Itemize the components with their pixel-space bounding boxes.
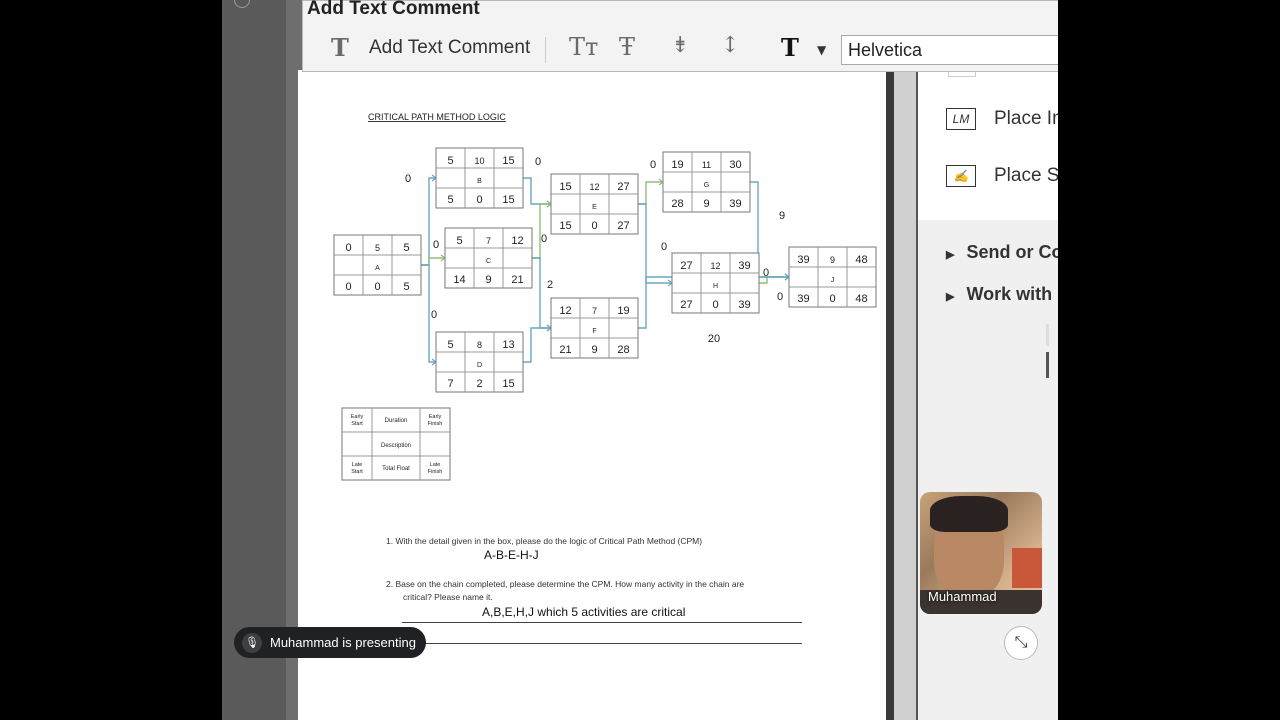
add-text-comment-button[interactable]: Add Text Comment: [369, 37, 530, 59]
page-scroll-divider[interactable]: [886, 70, 916, 720]
questions-section: 1. With the detail given in the box, ple…: [298, 70, 886, 720]
line-spacing-increase-icon[interactable]: ↕: [721, 33, 739, 58]
place-initials-icon: LM: [946, 108, 976, 130]
text-size-small-icon[interactable]: Tт: [569, 33, 598, 61]
participant-video-tile[interactable]: Muhammad: [920, 492, 1042, 614]
expand-triangle-icon: ▶: [946, 249, 955, 261]
left-window-strip: [222, 0, 286, 720]
place-signature-icon: ✍: [946, 165, 976, 187]
text-comment-icon[interactable]: T: [331, 33, 349, 62]
mic-off-icon: 🎙: [242, 632, 262, 653]
work-with-section[interactable]: ▶ Work with: [946, 284, 1052, 305]
answer-2: A,B,E,H,J which 5 activities are critica…: [482, 605, 686, 619]
toolbar-title: Add Text Comment: [307, 0, 480, 19]
question-2-line-1: 2. Base on the chain completed, please d…: [386, 579, 745, 589]
tools-side-panel: LM Place In ✍ Place Sig ▶Send or Co ▶Wor…: [916, 70, 1058, 720]
add-text-comment-toolbar: Add Text Comment T Add Text Comment Tт Ŧ…: [302, 0, 1058, 72]
font-selector[interactable]: Helvetica: [841, 35, 1058, 65]
text-color-icon[interactable]: T: [781, 33, 799, 62]
chevron-down-icon[interactable]: ▼: [817, 43, 826, 57]
answer-line-2: [402, 643, 802, 644]
participant-name: Muhammad: [928, 589, 997, 604]
answer-line-1: [402, 622, 802, 623]
answer-1: A-B-E-H-J: [484, 548, 539, 562]
send-section[interactable]: ▶ Send or Co: [946, 242, 1058, 263]
question-1: 1. With the detail given in the box, ple…: [386, 536, 703, 546]
window-knob: [234, 0, 250, 8]
presenting-indicator: 🎙 Muhammad is presenting: [234, 627, 426, 658]
question-2-line-2: critical? Please name it.: [403, 592, 493, 602]
place-signature-item[interactable]: Place Sig: [994, 165, 1058, 187]
text-size-large-icon[interactable]: Ŧ: [619, 33, 635, 61]
presenting-text: Muhammad is presenting: [270, 635, 416, 650]
expand-triangle-icon: ▶: [946, 291, 955, 303]
collapse-icon[interactable]: ⤡: [1004, 626, 1038, 660]
line-spacing-decrease-icon[interactable]: ⇟: [671, 33, 689, 58]
place-initials-item[interactable]: Place In: [994, 108, 1058, 130]
document-page: CRITICAL PATH METHOD LOGIC 0 0 0 0 0 2 0 0 0 9 0 20 0…: [298, 70, 886, 720]
scrollbar-thumb[interactable]: [1046, 352, 1049, 378]
scrollbar-track[interactable]: [1046, 324, 1049, 346]
